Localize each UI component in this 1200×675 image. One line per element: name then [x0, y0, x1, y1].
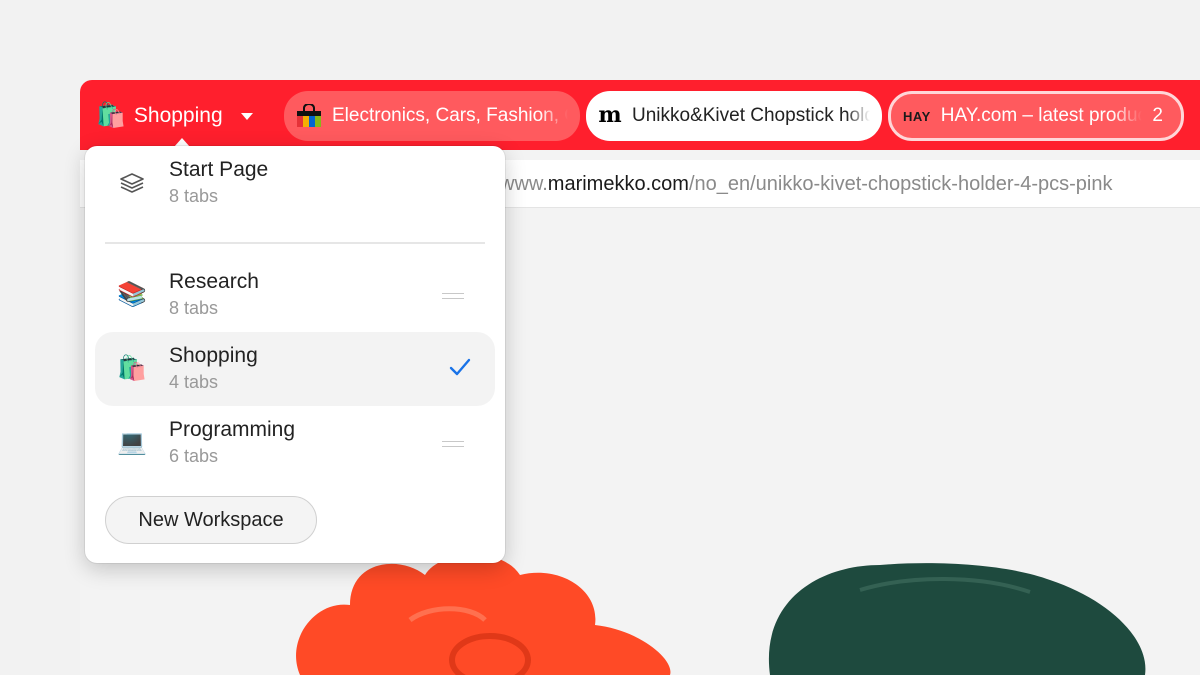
- workspace-name: Programming: [169, 418, 296, 441]
- tab-marimekko-active[interactable]: m Unikko&Kivet Chopstick holder 4 pcs | …: [586, 91, 882, 141]
- tab-hay-group[interactable]: HAY HAY.com – latest products 2: [888, 91, 1184, 141]
- tab-ebay[interactable]: Electronics, Cars, Fashion, Collectibles…: [284, 91, 580, 141]
- shopping-bag-favicon-icon: [297, 104, 321, 127]
- workspace-name: Shopping: [169, 344, 258, 367]
- books-icon: 📚: [117, 281, 147, 308]
- drag-handle-icon[interactable]: [442, 441, 464, 447]
- workspace-switcher-label: Shopping: [133, 104, 223, 127]
- tab-title: Unikko&Kivet Chopstick holder 4 pcs | Ma…: [632, 105, 870, 126]
- start-page-count: 8 tabs: [169, 186, 219, 206]
- laptop-icon: 💻: [117, 429, 147, 456]
- marimekko-m-icon: m: [598, 102, 622, 128]
- layers-icon: [120, 173, 144, 193]
- tab-title: Electronics, Cars, Fashion, Collectibles…: [332, 105, 568, 126]
- shopping-bags-icon: 🛍️: [117, 355, 147, 382]
- tab-title: HAY.com – latest products: [940, 105, 1143, 126]
- url-domain: marimekko.com: [547, 173, 689, 195]
- workspace-tab-count: 8 tabs: [169, 298, 219, 318]
- divider: [105, 242, 485, 244]
- start-page-item[interactable]: Start Page 8 tabs: [95, 146, 495, 220]
- workspace-popup: Start Page 8 tabs 📚 Research 8 tabs 🛍️ S…: [85, 146, 505, 563]
- workspace-switcher[interactable]: 🛍️ Shopping: [96, 100, 253, 132]
- new-workspace-button[interactable]: New Workspace: [105, 496, 317, 544]
- start-page-name: Start Page: [169, 158, 269, 181]
- workspace-name: Research: [169, 270, 259, 293]
- shopping-bags-icon: 🛍️: [96, 102, 126, 129]
- tab-bar: 🛍️ Shopping Electronics, Cars, Fashion, …: [80, 80, 1200, 150]
- url-text[interactable]: www.marimekko.com/no_en/unikko-kivet-cho…: [500, 173, 1112, 196]
- workspace-item-shopping[interactable]: 🛍️ Shopping 4 tabs: [95, 332, 495, 406]
- tab-group-count: 2: [1152, 105, 1163, 126]
- chevron-down-icon: [240, 112, 253, 120]
- workspace-tab-count: 6 tabs: [169, 446, 219, 466]
- checkmark-icon: [449, 358, 471, 376]
- workspace-tab-count: 4 tabs: [169, 372, 219, 392]
- workspace-item-programming[interactable]: 💻 Programming 6 tabs: [95, 406, 495, 480]
- url-path: /no_en/unikko-kivet-chopstick-holder-4-p…: [688, 173, 1113, 195]
- hay-logo-icon: HAY: [903, 108, 931, 124]
- workspace-item-research[interactable]: 📚 Research 8 tabs: [95, 258, 495, 332]
- url-prefix: www.: [500, 173, 548, 195]
- drag-handle-icon[interactable]: [442, 293, 464, 299]
- orange-flower-holder: [296, 554, 671, 675]
